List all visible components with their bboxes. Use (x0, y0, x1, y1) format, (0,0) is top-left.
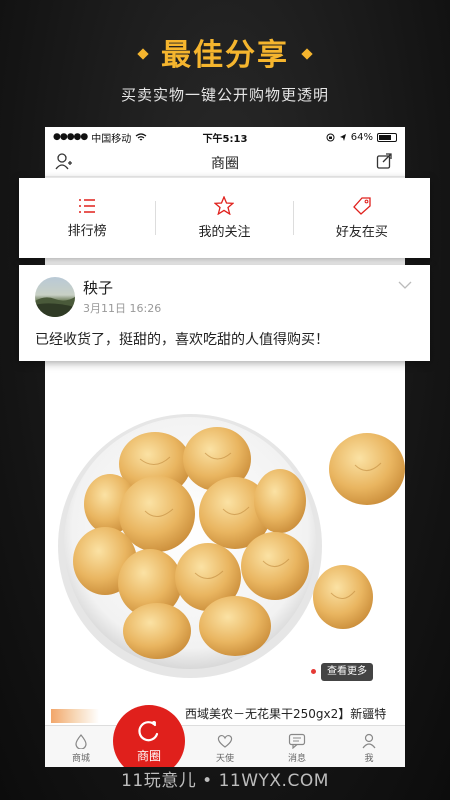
chat-icon (288, 733, 306, 749)
tabbar-item-angel[interactable]: 天使 (189, 726, 261, 767)
nav-bar: 商圈 (45, 147, 405, 177)
tabbar-item-messages[interactable]: 消息 (261, 726, 333, 767)
view-more-button[interactable]: 查看更多 (321, 663, 373, 681)
tabbar-label: 我 (364, 754, 374, 764)
tab-friends-buying[interactable]: 好友在买 (294, 196, 430, 240)
tab-label: 好友在买 (335, 225, 388, 240)
product-title[interactable]: 西域美农－无花果干250gx2】新疆特 (45, 705, 405, 725)
chevron-down-icon[interactable] (398, 281, 412, 289)
tabbar-label: 商圈 (136, 748, 161, 763)
battery-icon (377, 132, 397, 142)
tag-icon (352, 197, 371, 215)
bottom-tab-bar: 商城 天使 消息 我 (45, 725, 405, 767)
promo-subheadline: 买卖实物一键公开购物更透明 (120, 86, 329, 104)
star-icon (214, 196, 235, 215)
person-icon (362, 733, 376, 749)
status-bar: ●●●●● 中国移动 下午5:13 64% (45, 127, 405, 147)
nav-title: 商圈 (211, 156, 239, 172)
watermark: 11玩意儿 • 11WYX.COM (121, 771, 329, 791)
drop-icon (75, 734, 87, 749)
tabbar-item-me[interactable]: 我 (333, 726, 405, 767)
tabbar-item-mall[interactable]: 商城 (45, 726, 117, 767)
tabbar-label: 消息 (287, 754, 306, 764)
category-tabs-card: 排行榜 我的关注 好友在买 (19, 178, 430, 258)
diamond-icon (301, 47, 313, 60)
avatar-landscape-icon (35, 297, 75, 317)
circle-icon (138, 720, 159, 741)
post-text: 已经收货了，挺甜的，喜欢吃甜的人值得购买！ (35, 332, 329, 348)
diamond-icon (137, 47, 149, 60)
status-time: 下午5:13 (202, 133, 248, 145)
tab-label: 我的关注 (198, 225, 251, 240)
heart-icon (217, 735, 233, 748)
avatar[interactable] (35, 277, 75, 317)
tab-ranking[interactable]: 排行榜 (19, 198, 155, 239)
tabbar-item-circle[interactable]: 商圈 (113, 705, 185, 767)
product-image[interactable] (45, 361, 405, 701)
list-icon (79, 198, 96, 213)
tabbar-label: 商城 (71, 754, 90, 764)
post-date: 3月11日 16:26 (83, 302, 162, 315)
tab-following[interactable]: 我的关注 (156, 196, 292, 240)
post-card[interactable]: 秧子 3月11日 16:26 已经收货了，挺甜的，喜欢吃甜的人值得购买！ (19, 265, 430, 361)
post-username[interactable]: 秧子 (83, 277, 113, 298)
tabbar-label: 天使 (215, 754, 234, 764)
tab-label: 排行榜 (67, 223, 107, 239)
promo-headline: 最佳分享 (0, 30, 450, 74)
share-icon[interactable] (376, 152, 393, 169)
more-indicator-dot (311, 669, 316, 674)
headline-text: 最佳分享 (161, 38, 289, 73)
